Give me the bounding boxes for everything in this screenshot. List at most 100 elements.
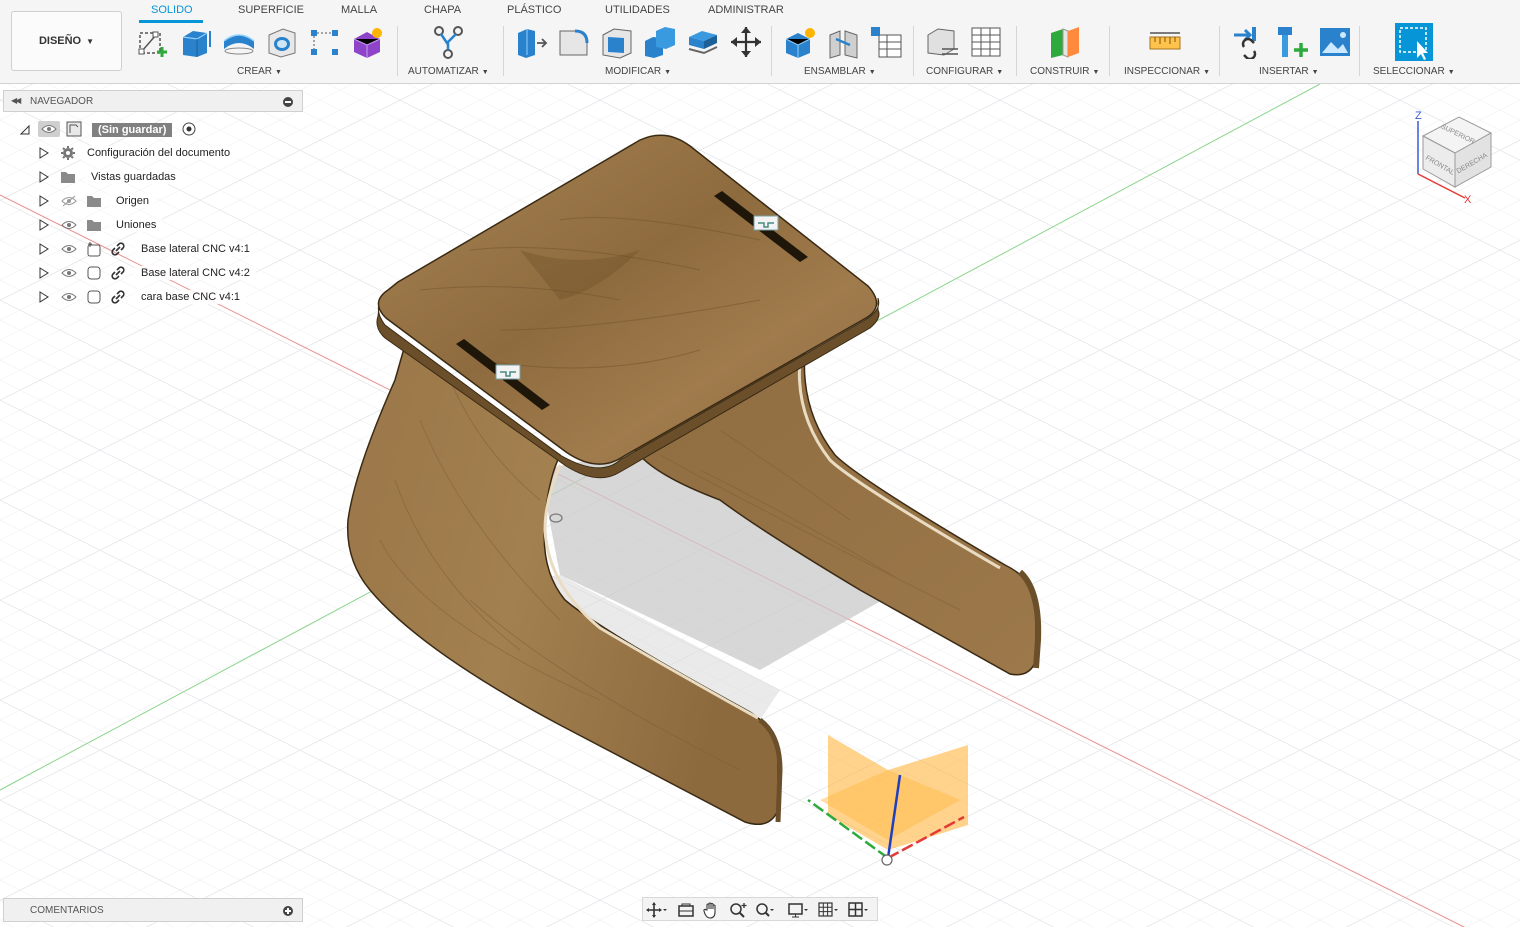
bill-of-materials-button[interactable] (869, 25, 903, 59)
link-icon (111, 242, 125, 256)
group-crear-dropdown[interactable]: CREAR ▼ (237, 66, 282, 77)
visibility-eye-icon[interactable] (61, 267, 77, 279)
browser-item-label: Base lateral CNC v4:1 (135, 242, 256, 256)
tab-administrar[interactable]: ADMINISTRAR (708, 4, 784, 16)
group-construir-dropdown[interactable]: CONSTRUIR ▼ (1030, 66, 1099, 77)
select-button[interactable] (1395, 23, 1433, 61)
workspace-switcher-button[interactable]: DISEÑO ▼ (11, 11, 122, 71)
extrude-button[interactable] (179, 25, 213, 59)
tab-utilidades[interactable]: UTILIDADES (605, 4, 670, 16)
construct-plane-button[interactable] (1048, 25, 1082, 59)
browser-title: NAVEGADOR (30, 96, 94, 107)
measure-button[interactable] (1148, 25, 1182, 59)
visibility-hidden-icon[interactable] (61, 195, 77, 207)
grid-settings-dropdown[interactable] (817, 901, 839, 919)
fillet-button[interactable] (557, 25, 591, 59)
group-construir-label: CONSTRUIR (1030, 66, 1090, 77)
browser-item-component-1[interactable]: Base lateral CNC v4:1 (135, 239, 256, 259)
group-configurar-dropdown[interactable]: CONFIGURAR ▼ (926, 66, 1003, 77)
group-modificar-dropdown[interactable]: MODIFICAR ▼ (605, 66, 671, 77)
zoom-fit-dropdown[interactable] (753, 901, 775, 919)
form-icon (353, 28, 382, 58)
insert-canvas-button[interactable] (1318, 25, 1352, 59)
combine-button[interactable] (643, 25, 677, 59)
configure-model-button[interactable] (926, 25, 960, 59)
revolve-button[interactable] (222, 25, 256, 59)
browser-panel: ◀◀ NAVEGADOR (Sin guardar) Configuración… (0, 88, 304, 318)
expand-triangle-icon[interactable] (39, 219, 49, 231)
group-automatizar-dropdown[interactable]: AUTOMATIZAR ▼ (408, 66, 489, 77)
press-pull-button[interactable] (515, 25, 549, 59)
insert-mcmaster-button[interactable] (1275, 25, 1309, 59)
orbit-button[interactable] (645, 901, 667, 919)
expand-triangle-icon[interactable] (39, 147, 49, 159)
browser-header[interactable]: ◀◀ NAVEGADOR (3, 90, 303, 112)
visibility-eye-icon[interactable] (41, 123, 57, 135)
tab-chapa[interactable]: CHAPA (424, 4, 461, 16)
group-inspeccionar-dropdown[interactable]: INSPECCIONAR ▼ (1124, 66, 1210, 77)
group-seleccionar-dropdown[interactable]: SELECCIONAR ▼ (1373, 66, 1455, 77)
visibility-eye-icon[interactable] (61, 243, 77, 255)
sketch-icon (138, 31, 167, 57)
group-insertar-dropdown[interactable]: INSERTAR ▼ (1259, 66, 1319, 77)
expand-triangle-icon[interactable] (39, 267, 49, 279)
browser-item-label: Vistas guardadas (85, 170, 182, 184)
browser-item-origin[interactable]: Origen (110, 191, 156, 211)
joint-button[interactable] (827, 25, 861, 59)
collapse-icon[interactable]: ◀◀ (11, 96, 21, 105)
view-cube-graphic: SUPERIOR FRONTAL DERECHA Z X (1415, 110, 1493, 206)
expand-triangle-icon[interactable] (39, 195, 49, 207)
browser-item-document-settings[interactable]: Configuración del documento (81, 143, 237, 163)
offset-face-button[interactable] (686, 25, 720, 59)
joint-glyph[interactable] (495, 364, 521, 380)
comments-panel[interactable]: COMENTARIOS (3, 898, 303, 922)
browser-item-label: Uniones (110, 218, 163, 232)
browser-item-component-2[interactable]: Base lateral CNC v4:2 (135, 263, 256, 283)
browser-item-component-3[interactable]: cara base CNC v4:1 (135, 287, 247, 307)
configuration-table-button[interactable] (969, 25, 1003, 59)
tab-solido[interactable]: SOLIDO (151, 4, 193, 16)
expand-triangle-icon[interactable] (39, 291, 49, 303)
view-cube[interactable]: SUPERIOR FRONTAL DERECHA Z X (1405, 103, 1505, 213)
move-button[interactable] (729, 25, 763, 59)
shell-button[interactable] (600, 25, 634, 59)
browser-item-label: Configuración del documento (81, 146, 237, 160)
new-component-button[interactable] (784, 25, 818, 59)
joint-glyph[interactable] (753, 215, 779, 231)
minimize-icon[interactable] (283, 97, 293, 107)
table-icon (871, 27, 902, 58)
look-at-button[interactable] (675, 901, 697, 919)
tab-plastico[interactable]: PLÁSTICO (507, 4, 561, 16)
chevron-down-icon: ▼ (1311, 69, 1319, 76)
add-comment-icon[interactable] (283, 906, 293, 916)
create-sketch-button[interactable] (136, 25, 170, 59)
shell-icon (602, 28, 632, 59)
activate-radio-icon[interactable] (182, 122, 196, 136)
tab-superficie[interactable]: SUPERFICIE (238, 4, 304, 16)
document-root-label[interactable]: (Sin guardar) (92, 123, 173, 137)
visibility-eye-icon[interactable] (61, 219, 77, 231)
zoom-button[interactable] (727, 901, 749, 919)
folder-icon (87, 220, 101, 231)
pattern-button[interactable] (308, 25, 342, 59)
group-ensamblar-dropdown[interactable]: ENSAMBLAR ▼ (804, 66, 876, 77)
hole-button[interactable] (265, 25, 299, 59)
divider (397, 26, 398, 76)
insert-derive-button[interactable] (1232, 25, 1266, 59)
browser-item-joints[interactable]: Uniones (110, 215, 163, 235)
tab-malla[interactable]: MALLA (341, 4, 377, 16)
collapse-triangle-icon[interactable] (20, 123, 30, 135)
chevron-down-icon: ▼ (1092, 69, 1100, 76)
expand-triangle-icon[interactable] (39, 243, 49, 255)
folder-icon (87, 196, 101, 207)
browser-item-saved-views[interactable]: Vistas guardadas (85, 167, 182, 187)
expand-triangle-icon[interactable] (39, 171, 49, 183)
group-configurar-label: CONFIGURAR (926, 66, 994, 77)
viewports-dropdown[interactable] (847, 901, 869, 919)
display-settings-dropdown[interactable] (787, 901, 809, 919)
pan-button[interactable] (701, 901, 723, 919)
automate-button[interactable] (431, 25, 465, 59)
revolve-icon (223, 34, 255, 55)
create-form-button[interactable] (351, 25, 385, 59)
visibility-eye-icon[interactable] (61, 291, 77, 303)
